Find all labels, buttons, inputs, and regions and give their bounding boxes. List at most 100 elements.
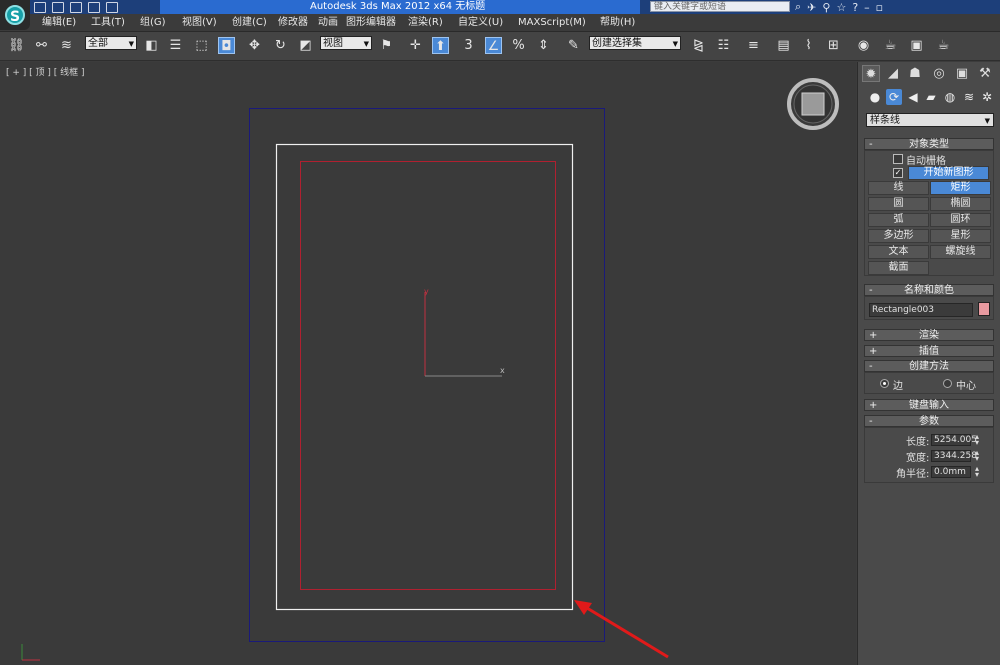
cameras-icon[interactable]: ▰ (923, 89, 939, 105)
save-file-icon[interactable] (70, 1, 82, 13)
edge-radio[interactable] (880, 379, 889, 388)
start-new-shape-checkbox[interactable]: ✓ (893, 168, 903, 178)
menu-animation[interactable]: 动画 (318, 14, 338, 31)
material-editor-icon[interactable]: ◉ (855, 37, 872, 54)
line-button[interactable]: 线 (868, 181, 929, 195)
edit-named-selection-icon[interactable]: ✎ (565, 37, 582, 54)
curve-editor-icon[interactable]: ⌇ (800, 37, 817, 54)
menu-customize[interactable]: 自定义(U) (458, 14, 503, 31)
rendered-frame-window-icon[interactable]: ▣ (908, 37, 925, 54)
object-color-swatch[interactable] (978, 302, 990, 316)
viewport-label[interactable]: [ + ] [ 顶 ] [ 线框 ] (6, 65, 85, 78)
width-spinner[interactable]: ▴ ▾ (973, 449, 981, 463)
object-name-field[interactable]: Rectangle003 (869, 303, 973, 317)
selection-filter-dropdown[interactable]: 全部 (85, 36, 137, 51)
start-new-shape-button[interactable]: 开始新图形 (908, 166, 989, 180)
geometry-icon[interactable]: ● (867, 89, 883, 105)
pivot-center-icon[interactable]: ⚑ (378, 37, 395, 54)
select-by-name-icon[interactable]: ☰ (167, 37, 184, 54)
viewcube-icon[interactable] (787, 78, 839, 130)
menu-help[interactable]: 帮助(H) (600, 14, 635, 31)
subscription-icon[interactable]: ⚲ (822, 1, 830, 14)
rollout-name-color[interactable]: - 名称和颜色 (864, 284, 994, 296)
ngon-button[interactable]: 多边形 (868, 229, 929, 243)
keyboard-shortcut-override-icon[interactable]: ⬆ (432, 37, 449, 54)
rectangle-shape-outer[interactable] (275, 143, 574, 611)
donut-button[interactable]: 圆环 (930, 213, 991, 227)
arc-button[interactable]: 弧 (868, 213, 929, 227)
menu-rendering[interactable]: 渲染(R) (408, 14, 443, 31)
align-icon[interactable]: ☷ (715, 37, 732, 54)
unlink-icon[interactable]: ⚯ (33, 37, 50, 54)
utilities-tab-icon[interactable]: ⚒ (976, 65, 994, 82)
tools-icon[interactable]: ✈ (807, 1, 816, 14)
autogrid-checkbox[interactable] (893, 154, 903, 164)
help-icon[interactable]: ? (852, 1, 858, 14)
menu-tools[interactable]: 工具(T) (91, 14, 125, 31)
menu-modifiers[interactable]: 修改器 (278, 14, 308, 31)
menu-graph-editors[interactable]: 图形编辑器 (346, 14, 396, 31)
schematic-view-icon[interactable]: ⊞ (825, 37, 842, 54)
text-button[interactable]: 文本 (868, 245, 929, 259)
rectangular-selection-icon[interactable]: ⬚ (193, 37, 210, 54)
app-logo-button[interactable]: S (0, 0, 30, 30)
section-button[interactable]: 截面 (868, 261, 929, 275)
undo-icon[interactable] (88, 1, 100, 13)
favorites-star-icon[interactable]: ☆ (836, 1, 846, 14)
percent-snap-icon[interactable]: % (510, 37, 527, 54)
helix-button[interactable]: 螺旋线 (930, 245, 991, 259)
create-tab-icon[interactable]: ✹ (862, 65, 880, 82)
rollout-parameters[interactable]: - 参数 (864, 415, 994, 427)
modify-tab-icon[interactable]: ◢ (884, 65, 902, 82)
redo-icon[interactable] (106, 1, 118, 13)
link-icon[interactable]: ⛓ (8, 37, 25, 54)
rollout-keyboard-entry[interactable]: + 键盘输入 (864, 399, 994, 411)
bind-space-warp-icon[interactable]: ≋ (58, 37, 75, 54)
minimize-icon[interactable]: – (864, 1, 870, 14)
helpers-icon[interactable]: ◍ (942, 89, 958, 105)
new-file-icon[interactable] (34, 1, 46, 13)
rollout-creation-method[interactable]: - 创建方法 (864, 360, 994, 372)
reference-coordinate-dropdown[interactable]: 视图 (320, 36, 372, 51)
menu-group[interactable]: 组(G) (140, 14, 166, 31)
rollout-interpolation[interactable]: + 插值 (864, 345, 994, 357)
open-file-icon[interactable] (52, 1, 64, 13)
category-dropdown[interactable]: 样条线 (866, 113, 994, 128)
select-scale-icon[interactable]: ◩ (297, 37, 314, 54)
search-input[interactable]: 键入关键字或短语 (650, 1, 790, 12)
binoculars-icon[interactable]: ⌕ (795, 0, 801, 14)
select-move-icon[interactable]: ✥ (246, 37, 263, 54)
menu-edit[interactable]: 编辑(E) (42, 14, 76, 31)
named-selection-dropdown[interactable]: 创建选择集 (589, 36, 681, 51)
width-field[interactable]: 3344.258 (931, 450, 977, 462)
rectangle-button[interactable]: 矩形 (930, 181, 991, 195)
layer-manager-icon[interactable]: ≡ (745, 37, 762, 54)
angle-snap-icon[interactable]: ∠ (485, 37, 502, 54)
shapes-icon[interactable]: ⟳ (886, 89, 902, 105)
menu-views[interactable]: 视图(V) (182, 14, 217, 31)
select-rotate-icon[interactable]: ↻ (272, 37, 289, 54)
corner-radius-spinner[interactable]: ▴ ▾ (973, 465, 981, 479)
corner-radius-field[interactable]: 0.0mm (931, 466, 971, 478)
top-viewport[interactable]: y x [ + ] [ 顶 ] [ 线框 ] (0, 62, 856, 665)
hierarchy-tab-icon[interactable]: ☗ (906, 65, 924, 82)
display-tab-icon[interactable]: ▣ (953, 65, 971, 82)
snaps-toggle-icon[interactable]: 3 (460, 37, 477, 54)
mirror-icon[interactable]: ⧎ (690, 37, 707, 54)
ellipse-button[interactable]: 椭圆 (930, 197, 991, 211)
circle-button[interactable]: 圆 (868, 197, 929, 211)
rollout-object-type[interactable]: - 对象类型 (864, 138, 994, 150)
select-object-icon[interactable]: ◧ (143, 37, 160, 54)
render-setup-icon[interactable]: ☕ (882, 37, 899, 54)
length-spinner[interactable]: ▴ ▾ (973, 433, 981, 447)
lights-icon[interactable]: ◀ (905, 89, 921, 105)
star-button[interactable]: 星形 (930, 229, 991, 243)
menu-maxscript[interactable]: MAXScript(M) (518, 14, 586, 31)
space-warps-icon[interactable]: ≋ (961, 89, 977, 105)
systems-icon[interactable]: ✲ (979, 89, 995, 105)
select-manipulate-icon[interactable]: ✛ (407, 37, 424, 54)
length-field[interactable]: 5254.005 (931, 434, 977, 446)
render-production-icon[interactable]: ☕ (935, 37, 952, 54)
graphite-tools-icon[interactable]: ▤ (775, 37, 792, 54)
menu-create[interactable]: 创建(C) (232, 14, 267, 31)
